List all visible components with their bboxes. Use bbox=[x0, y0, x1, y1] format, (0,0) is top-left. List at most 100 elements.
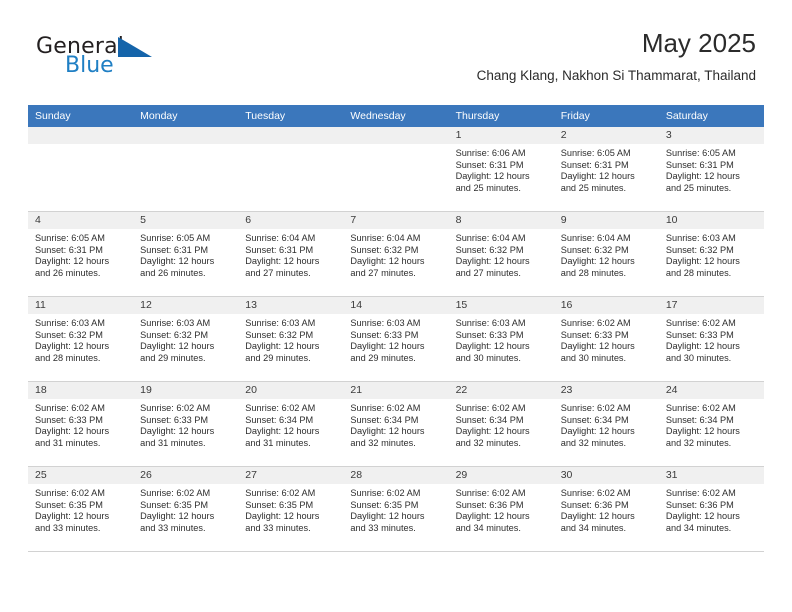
detail-sunset: Sunset: 6:33 PM bbox=[35, 414, 103, 425]
calendar-day-cell[interactable]: 19 Sunrise: 6:02 AM Sunset: 6:33 PM Dayligh… bbox=[133, 381, 239, 467]
detail-daylight-line2: and 25 minutes. bbox=[560, 182, 627, 193]
calendar-day-cell[interactable]: 7 Sunrise: 6:04 AM Sunset: 6:32 PM Daylight… bbox=[343, 211, 449, 297]
calendar-day-cell[interactable]: 12 Sunrise: 6:03 AM Sunset: 6:32 PM Dayligh… bbox=[133, 296, 239, 382]
calendar-day-cell[interactable]: 22 Sunrise: 6:02 AM Sunset: 6:34 PM Dayligh… bbox=[448, 381, 554, 467]
calendar-day-cell[interactable]: 11 Sunrise: 6:03 AM Sunset: 6:32 PM Dayligh… bbox=[28, 296, 134, 382]
detail-daylight-line2: and 32 minutes. bbox=[560, 437, 627, 448]
detail-daylight-line2: and 27 minutes. bbox=[455, 267, 521, 278]
calendar-cell-empty bbox=[28, 127, 134, 212]
detail-daylight-line1: Daylight: 12 hours bbox=[455, 171, 530, 182]
day-details: Sunrise: 6:02 AM Sunset: 6:35 PM Daylight:… bbox=[238, 484, 343, 534]
detail-daylight-line2: and 34 minutes. bbox=[560, 522, 627, 533]
calendar-day-cell[interactable]: 4 Sunrise: 6:05 AM Sunset: 6:31 PM Daylight… bbox=[28, 211, 134, 297]
detail-daylight-line1: Daylight: 12 hours bbox=[665, 171, 740, 182]
detail-sunset: Sunset: 6:35 PM bbox=[350, 499, 419, 510]
detail-daylight-line1: Daylight: 12 hours bbox=[665, 426, 740, 437]
calendar-day-cell[interactable]: 28 Sunrise: 6:02 AM Sunset: 6:35 PM Dayligh… bbox=[343, 466, 449, 552]
day-number: 21 bbox=[343, 382, 449, 399]
calendar-day-cell[interactable]: 20 Sunrise: 6:02 AM Sunset: 6:34 PM Dayligh… bbox=[238, 381, 344, 467]
calendar-day-cell[interactable]: 31 Sunrise: 6:02 AM Sunset: 6:36 PM Dayligh… bbox=[658, 466, 764, 552]
day-details: Sunrise: 6:04 AM Sunset: 6:31 PM Daylight:… bbox=[238, 229, 343, 279]
detail-sunset: Sunset: 6:35 PM bbox=[140, 499, 209, 510]
detail-sunset: Sunset: 6:36 PM bbox=[455, 499, 524, 510]
detail-daylight-line2: and 28 minutes. bbox=[35, 352, 101, 363]
day-number: 26 bbox=[133, 467, 239, 484]
detail-sunrise: Sunrise: 6:02 AM bbox=[245, 403, 316, 413]
calendar-day-cell[interactable]: 27 Sunrise: 6:02 AM Sunset: 6:35 PM Dayligh… bbox=[238, 466, 344, 552]
detail-daylight-line1: Daylight: 12 hours bbox=[140, 341, 215, 352]
detail-sunset: Sunset: 6:32 PM bbox=[350, 244, 419, 255]
detail-sunrise: Sunrise: 6:02 AM bbox=[245, 488, 316, 498]
detail-daylight-line1: Daylight: 12 hours bbox=[140, 256, 215, 267]
calendar-day-cell[interactable]: 3 Sunrise: 6:05 AM Sunset: 6:31 PM Daylight… bbox=[658, 127, 764, 212]
day-details: Sunrise: 6:06 AM Sunset: 6:31 PM Daylight:… bbox=[449, 144, 554, 194]
calendar-day-cell[interactable]: 26 Sunrise: 6:02 AM Sunset: 6:35 PM Dayligh… bbox=[133, 466, 239, 552]
detail-sunset: Sunset: 6:33 PM bbox=[560, 329, 629, 340]
day-cell-inner: 17 Sunrise: 6:02 AM Sunset: 6:33 PM Dayligh… bbox=[658, 297, 764, 381]
calendar-day-cell[interactable]: 14 Sunrise: 6:03 AM Sunset: 6:33 PM Dayligh… bbox=[343, 296, 449, 382]
calendar-cell-empty bbox=[343, 127, 449, 212]
day-cell-inner: 10 Sunrise: 6:03 AM Sunset: 6:32 PM Dayligh… bbox=[658, 212, 764, 296]
detail-daylight-line1: Daylight: 12 hours bbox=[35, 256, 110, 267]
day-cell-inner: 13 Sunrise: 6:03 AM Sunset: 6:32 PM Dayligh… bbox=[238, 297, 344, 381]
brand-logo[interactable]: General Blue bbox=[36, 34, 216, 84]
calendar-day-cell[interactable]: 21 Sunrise: 6:02 AM Sunset: 6:34 PM Dayligh… bbox=[343, 381, 449, 467]
calendar-day-cell[interactable]: 13 Sunrise: 6:03 AM Sunset: 6:32 PM Dayligh… bbox=[238, 296, 344, 382]
detail-sunset: Sunset: 6:33 PM bbox=[665, 329, 734, 340]
calendar-day-cell[interactable]: 2 Sunrise: 6:05 AM Sunset: 6:31 PM Daylight… bbox=[553, 127, 659, 212]
calendar-day-cell[interactable]: 1 Sunrise: 6:06 AM Sunset: 6:31 PM Daylight… bbox=[448, 127, 554, 212]
day-cell-inner: 12 Sunrise: 6:03 AM Sunset: 6:32 PM Dayligh… bbox=[133, 297, 239, 381]
day-details: Sunrise: 6:03 AM Sunset: 6:32 PM Daylight:… bbox=[659, 229, 764, 279]
calendar-day-cell[interactable]: 8 Sunrise: 6:04 AM Sunset: 6:32 PM Daylight… bbox=[448, 211, 554, 297]
calendar-day-cell[interactable]: 16 Sunrise: 6:02 AM Sunset: 6:33 PM Dayligh… bbox=[553, 296, 659, 382]
calendar-day-cell[interactable]: 23 Sunrise: 6:02 AM Sunset: 6:34 PM Dayligh… bbox=[553, 381, 659, 467]
calendar-day-cell[interactable]: 29 Sunrise: 6:02 AM Sunset: 6:36 PM Dayligh… bbox=[448, 466, 554, 552]
day-cell-inner: 14 Sunrise: 6:03 AM Sunset: 6:33 PM Dayligh… bbox=[343, 297, 449, 381]
day-number: 6 bbox=[238, 212, 344, 229]
calendar-day-cell[interactable]: 5 Sunrise: 6:05 AM Sunset: 6:31 PM Daylight… bbox=[133, 211, 239, 297]
day-number: 31 bbox=[658, 467, 764, 484]
day-number bbox=[238, 127, 344, 144]
calendar-day-cell[interactable]: 25 Sunrise: 6:02 AM Sunset: 6:35 PM Dayligh… bbox=[28, 466, 134, 552]
day-number: 11 bbox=[28, 297, 134, 314]
weekday-header-thursday: Thursday bbox=[448, 105, 554, 127]
calendar-day-cell[interactable]: 24 Sunrise: 6:02 AM Sunset: 6:34 PM Dayligh… bbox=[658, 381, 764, 467]
calendar-week-row: 1 Sunrise: 6:06 AM Sunset: 6:31 PM Daylight… bbox=[28, 127, 764, 212]
detail-daylight-line2: and 33 minutes. bbox=[140, 522, 206, 533]
detail-daylight-line1: Daylight: 12 hours bbox=[560, 256, 635, 267]
day-number: 9 bbox=[553, 212, 659, 229]
day-number: 4 bbox=[28, 212, 134, 229]
calendar-day-cell[interactable]: 17 Sunrise: 6:02 AM Sunset: 6:33 PM Dayligh… bbox=[658, 296, 764, 382]
day-cell-inner: 11 Sunrise: 6:03 AM Sunset: 6:32 PM Dayligh… bbox=[28, 297, 134, 381]
detail-daylight-line2: and 30 minutes. bbox=[455, 352, 521, 363]
detail-sunset: Sunset: 6:34 PM bbox=[455, 414, 524, 425]
detail-sunrise: Sunrise: 6:04 AM bbox=[560, 233, 631, 243]
detail-daylight-line2: and 26 minutes. bbox=[140, 267, 206, 278]
page-header: General Blue May 2025 Chang Klang, Nakho… bbox=[0, 0, 792, 83]
detail-sunrise: Sunrise: 6:02 AM bbox=[560, 488, 631, 498]
day-cell-inner: 5 Sunrise: 6:05 AM Sunset: 6:31 PM Daylight… bbox=[133, 212, 239, 296]
calendar-day-cell[interactable]: 10 Sunrise: 6:03 AM Sunset: 6:32 PM Dayligh… bbox=[658, 211, 764, 297]
day-details: Sunrise: 6:05 AM Sunset: 6:31 PM Daylight:… bbox=[659, 144, 764, 194]
calendar-day-cell[interactable]: 9 Sunrise: 6:04 AM Sunset: 6:32 PM Daylight… bbox=[553, 211, 659, 297]
calendar-week-row: 4 Sunrise: 6:05 AM Sunset: 6:31 PM Daylight… bbox=[28, 211, 764, 297]
day-cell-inner: 29 Sunrise: 6:02 AM Sunset: 6:36 PM Dayligh… bbox=[448, 467, 554, 551]
calendar-day-cell[interactable]: 30 Sunrise: 6:02 AM Sunset: 6:36 PM Dayligh… bbox=[553, 466, 659, 552]
calendar-grid: Sunday Monday Tuesday Wednesday Thursday… bbox=[28, 105, 764, 552]
detail-sunset: Sunset: 6:31 PM bbox=[245, 244, 314, 255]
calendar-day-cell[interactable]: 18 Sunrise: 6:02 AM Sunset: 6:33 PM Dayligh… bbox=[28, 381, 134, 467]
day-cell-inner: 8 Sunrise: 6:04 AM Sunset: 6:32 PM Daylight… bbox=[448, 212, 554, 296]
calendar-day-cell[interactable]: 15 Sunrise: 6:03 AM Sunset: 6:33 PM Dayligh… bbox=[448, 296, 554, 382]
detail-sunset: Sunset: 6:36 PM bbox=[560, 499, 629, 510]
calendar-week-row: 18 Sunrise: 6:02 AM Sunset: 6:33 PM Dayligh… bbox=[28, 381, 764, 467]
calendar-day-cell[interactable]: 6 Sunrise: 6:04 AM Sunset: 6:31 PM Daylight… bbox=[238, 211, 344, 297]
weekday-header-monday: Monday bbox=[133, 105, 239, 127]
detail-daylight-line1: Daylight: 12 hours bbox=[350, 511, 425, 522]
detail-daylight-line1: Daylight: 12 hours bbox=[455, 341, 530, 352]
day-details: Sunrise: 6:02 AM Sunset: 6:33 PM Daylight:… bbox=[133, 399, 238, 449]
day-cell-inner: 26 Sunrise: 6:02 AM Sunset: 6:35 PM Dayligh… bbox=[133, 467, 239, 551]
weekday-header-tuesday: Tuesday bbox=[238, 105, 344, 127]
day-cell-inner: 20 Sunrise: 6:02 AM Sunset: 6:34 PM Dayligh… bbox=[238, 382, 344, 466]
day-details: Sunrise: 6:05 AM Sunset: 6:31 PM Daylight:… bbox=[28, 229, 133, 279]
calendar-cell-empty bbox=[133, 127, 239, 212]
